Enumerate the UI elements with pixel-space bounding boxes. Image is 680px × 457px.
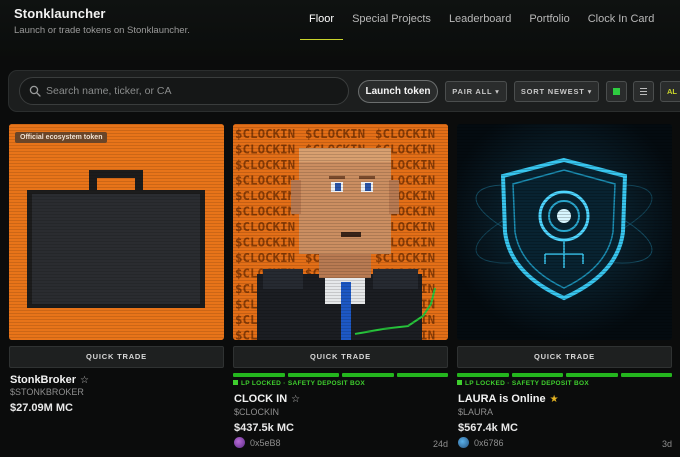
sort-label: SORT NEWEST: [520, 87, 585, 96]
filter-toolbar: Launch token PAIR ALL ▾ SORT NEWEST ▾ AL: [8, 70, 680, 112]
launch-token-button[interactable]: Launch token: [358, 80, 438, 103]
market-cap: $567.4k MC: [458, 422, 518, 434]
nav-floor[interactable]: Floor: [300, 0, 344, 40]
shield-art: [457, 124, 672, 340]
search-input[interactable]: [46, 81, 341, 101]
token-image[interactable]: Official ecosystem token: [9, 124, 224, 340]
avatar: [234, 437, 245, 448]
lock-icon: [233, 380, 238, 385]
list-view-button[interactable]: [633, 81, 654, 102]
token-name[interactable]: StonkBroker: [10, 374, 76, 386]
avatar: [458, 437, 469, 448]
pair-filter-dropdown[interactable]: PAIR ALL ▾: [445, 81, 507, 102]
all-filter-button[interactable]: AL: [660, 81, 680, 102]
creator[interactable]: 0x5eB8: [234, 437, 281, 448]
list-view-icon: [640, 88, 647, 95]
main-nav: Floor Special Projects Leaderboard Portf…: [300, 0, 663, 40]
lp-locked-label: LP LOCKED · SAFETY DEPOSIT BOX: [233, 380, 365, 387]
nav-leaderboard[interactable]: Leaderboard: [440, 0, 520, 40]
market-cap: $27.09M MC: [10, 402, 73, 414]
token-age: 3d: [661, 439, 672, 449]
creator-address: 0x6786: [474, 437, 504, 448]
pixel-man-art: $CLOCKIN$CLOCKIN$CLOCKIN$CLOCKIN$CLOCKIN…: [233, 124, 448, 340]
creator-address: 0x5eB8: [250, 437, 281, 448]
lock-icon: [457, 380, 462, 385]
favorite-star-icon[interactable]: ★: [550, 394, 559, 405]
official-token-badge: Official ecosystem token: [15, 132, 108, 143]
token-image[interactable]: [457, 124, 672, 340]
quick-trade-button[interactable]: QUICK TRADE: [457, 346, 672, 368]
token-ticker: $STONKBROKER: [10, 387, 84, 397]
app-subtitle: Launch or trade tokens on Stonklauncher.: [14, 25, 190, 36]
pair-filter-label: PAIR ALL: [452, 87, 493, 96]
quick-trade-button[interactable]: QUICK TRADE: [233, 346, 448, 368]
favorite-star-icon[interactable]: ☆: [291, 394, 300, 405]
creator[interactable]: 0x6786: [458, 437, 504, 448]
token-name-row: StonkBroker ☆: [10, 374, 89, 386]
token-name-row: CLOCK IN ☆: [234, 393, 300, 405]
caret-down-icon: ▾: [587, 87, 593, 96]
search-icon: [29, 85, 41, 97]
grid-view-icon: [613, 88, 620, 95]
token-ticker: $LAURA: [458, 407, 494, 417]
briefcase-art: [9, 124, 224, 340]
favorite-star-icon[interactable]: ☆: [80, 375, 89, 386]
token-name-row: LAURA is Online ★: [458, 393, 559, 405]
lp-locked-label: LP LOCKED · SAFETY DEPOSIT BOX: [457, 380, 589, 387]
sort-dropdown[interactable]: SORT NEWEST ▾: [514, 81, 599, 102]
token-name[interactable]: LAURA is Online: [458, 393, 546, 405]
app-title: Stonklauncher: [14, 6, 106, 21]
token-name[interactable]: CLOCK IN: [234, 393, 287, 405]
caret-down-icon: ▾: [495, 87, 500, 96]
market-cap: $437.5k MC: [234, 422, 294, 434]
quick-trade-button[interactable]: QUICK TRADE: [9, 346, 224, 368]
brand[interactable]: Stonklauncher Launch or trade tokens on …: [14, 6, 190, 36]
nav-special-projects[interactable]: Special Projects: [343, 0, 440, 40]
lp-progress-bar: [233, 373, 448, 377]
lp-progress-bar: [457, 373, 672, 377]
nav-clock-in-card[interactable]: Clock In Card: [579, 0, 664, 40]
grid-view-button[interactable]: [606, 81, 627, 102]
token-age: 24d: [432, 439, 448, 449]
nav-portfolio[interactable]: Portfolio: [520, 0, 578, 40]
top-header: Stonklauncher Launch or trade tokens on …: [0, 0, 680, 56]
token-image[interactable]: $CLOCKIN$CLOCKIN$CLOCKIN$CLOCKIN$CLOCKIN…: [233, 124, 448, 340]
search-box[interactable]: [19, 77, 349, 105]
token-ticker: $CLOCKIN: [234, 407, 280, 417]
